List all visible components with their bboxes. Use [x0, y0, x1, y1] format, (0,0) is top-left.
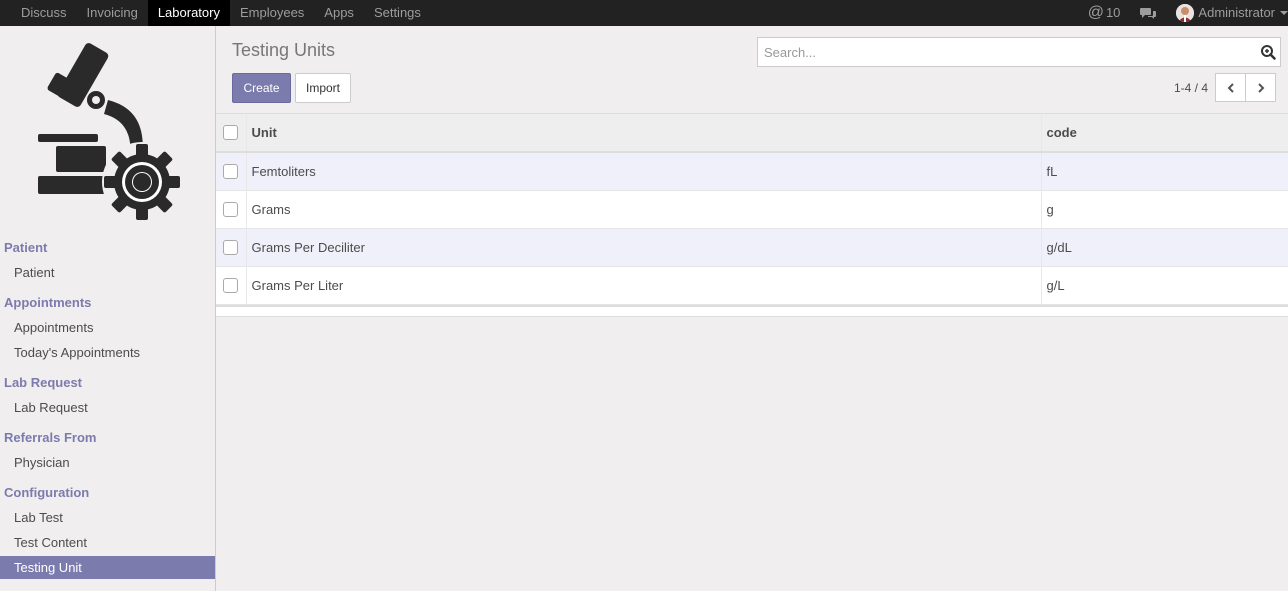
- table-row[interactable]: Grams Per Deciliter g/dL: [216, 228, 1288, 266]
- records-table: Unit code Femtoliters fL Grams g Grams P…: [216, 114, 1288, 305]
- menu-apps[interactable]: Apps: [314, 0, 364, 26]
- sidebar-item-todays-appointments[interactable]: Today's Appointments: [0, 341, 215, 364]
- chat-bubbles-icon: [1140, 7, 1157, 19]
- search-input[interactable]: [758, 38, 1238, 66]
- sidebar-item-appointments[interactable]: Appointments: [0, 316, 215, 339]
- row-select-cell: [216, 228, 247, 266]
- app-menu: Discuss Invoicing Laboratory Employees A…: [11, 0, 431, 26]
- column-header-unit[interactable]: Unit: [246, 114, 1042, 153]
- sidebar-item-patient[interactable]: Patient: [0, 261, 215, 284]
- code-cell[interactable]: g/L: [1041, 266, 1288, 304]
- chevron-left-icon: [1227, 83, 1234, 93]
- table-footer: [216, 304, 1288, 317]
- section-configuration: Configuration: [4, 485, 90, 500]
- microscope-gear-icon: [38, 43, 182, 220]
- row-select-cell: [216, 190, 247, 228]
- select-all-checkbox[interactable]: [223, 125, 238, 140]
- table-row[interactable]: Femtoliters fL: [216, 152, 1288, 190]
- unit-cell[interactable]: Grams Per Deciliter: [246, 228, 1042, 266]
- row-select-cell: [216, 152, 247, 190]
- menu-settings[interactable]: Settings: [364, 0, 431, 26]
- list-view: Unit code Femtoliters fL Grams g Grams P…: [216, 113, 1288, 317]
- sidebar-item-physician[interactable]: Physician: [0, 451, 215, 474]
- search-icon[interactable]: [1260, 44, 1276, 60]
- unit-cell[interactable]: Femtoliters: [246, 152, 1042, 190]
- sidebar-item-testing-unit[interactable]: Testing Unit: [0, 556, 215, 579]
- section-appointments: Appointments: [4, 295, 92, 310]
- section-patient: Patient: [4, 240, 48, 255]
- row-checkbox[interactable]: [223, 163, 238, 179]
- row-checkbox[interactable]: [223, 239, 238, 255]
- sidebar-item-lab-test[interactable]: Lab Test: [0, 506, 215, 529]
- code-cell[interactable]: fL: [1041, 152, 1288, 190]
- sidebar-item-lab-request[interactable]: Lab Request: [0, 396, 215, 419]
- pager-next-button[interactable]: [1245, 73, 1276, 102]
- activity-button[interactable]: @ 10: [1078, 0, 1131, 26]
- menu-employees[interactable]: Employees: [230, 0, 314, 26]
- table-row[interactable]: Grams Per Liter g/L: [216, 266, 1288, 304]
- code-cell[interactable]: g/dL: [1041, 228, 1288, 266]
- user-avatar: [1176, 4, 1195, 22]
- code-cell[interactable]: g: [1041, 190, 1288, 228]
- user-menu[interactable]: Administrator: [1166, 0, 1288, 26]
- caret-down-icon: [1280, 11, 1288, 15]
- section-referrals-from: Referrals From: [4, 430, 97, 445]
- menu-laboratory[interactable]: Laboratory: [147, 0, 230, 26]
- messaging-button[interactable]: [1130, 7, 1166, 20]
- section-lab-request: Lab Request: [4, 375, 83, 390]
- select-all-cell: [216, 114, 247, 153]
- sidebar-item-test-content[interactable]: Test Content: [0, 531, 215, 554]
- unit-cell[interactable]: Grams: [246, 190, 1042, 228]
- row-select-cell: [216, 266, 247, 304]
- row-checkbox[interactable]: [223, 201, 238, 217]
- control-panel: Testing Units Create Import 1-4 / 4: [216, 26, 1288, 113]
- systray: @ 10 Administrator: [1078, 0, 1288, 26]
- sidebar: Patient Patient Appointments Appointment…: [0, 26, 216, 591]
- pager-value: 1-4 / 4: [1174, 81, 1209, 95]
- table-header-row: Unit code: [216, 114, 1288, 153]
- user-name: Administrator: [1198, 5, 1275, 20]
- row-checkbox[interactable]: [223, 277, 238, 293]
- column-header-code[interactable]: code: [1041, 114, 1288, 153]
- chevron-right-icon: [1258, 83, 1265, 93]
- notification-count: 10: [1105, 5, 1121, 20]
- unit-cell[interactable]: Grams Per Liter: [246, 266, 1042, 304]
- top-navbar: Discuss Invoicing Laboratory Employees A…: [0, 0, 1288, 26]
- create-button[interactable]: Create: [232, 73, 291, 103]
- search-box: [757, 37, 1281, 67]
- page-title: Testing Units: [232, 40, 336, 60]
- import-button[interactable]: Import: [295, 73, 351, 103]
- at-sign-icon: @: [1087, 4, 1104, 21]
- table-row[interactable]: Grams g: [216, 190, 1288, 228]
- pager-previous-button[interactable]: [1215, 73, 1246, 102]
- menu-discuss[interactable]: Discuss: [11, 0, 77, 26]
- menu-invoicing[interactable]: Invoicing: [77, 0, 148, 26]
